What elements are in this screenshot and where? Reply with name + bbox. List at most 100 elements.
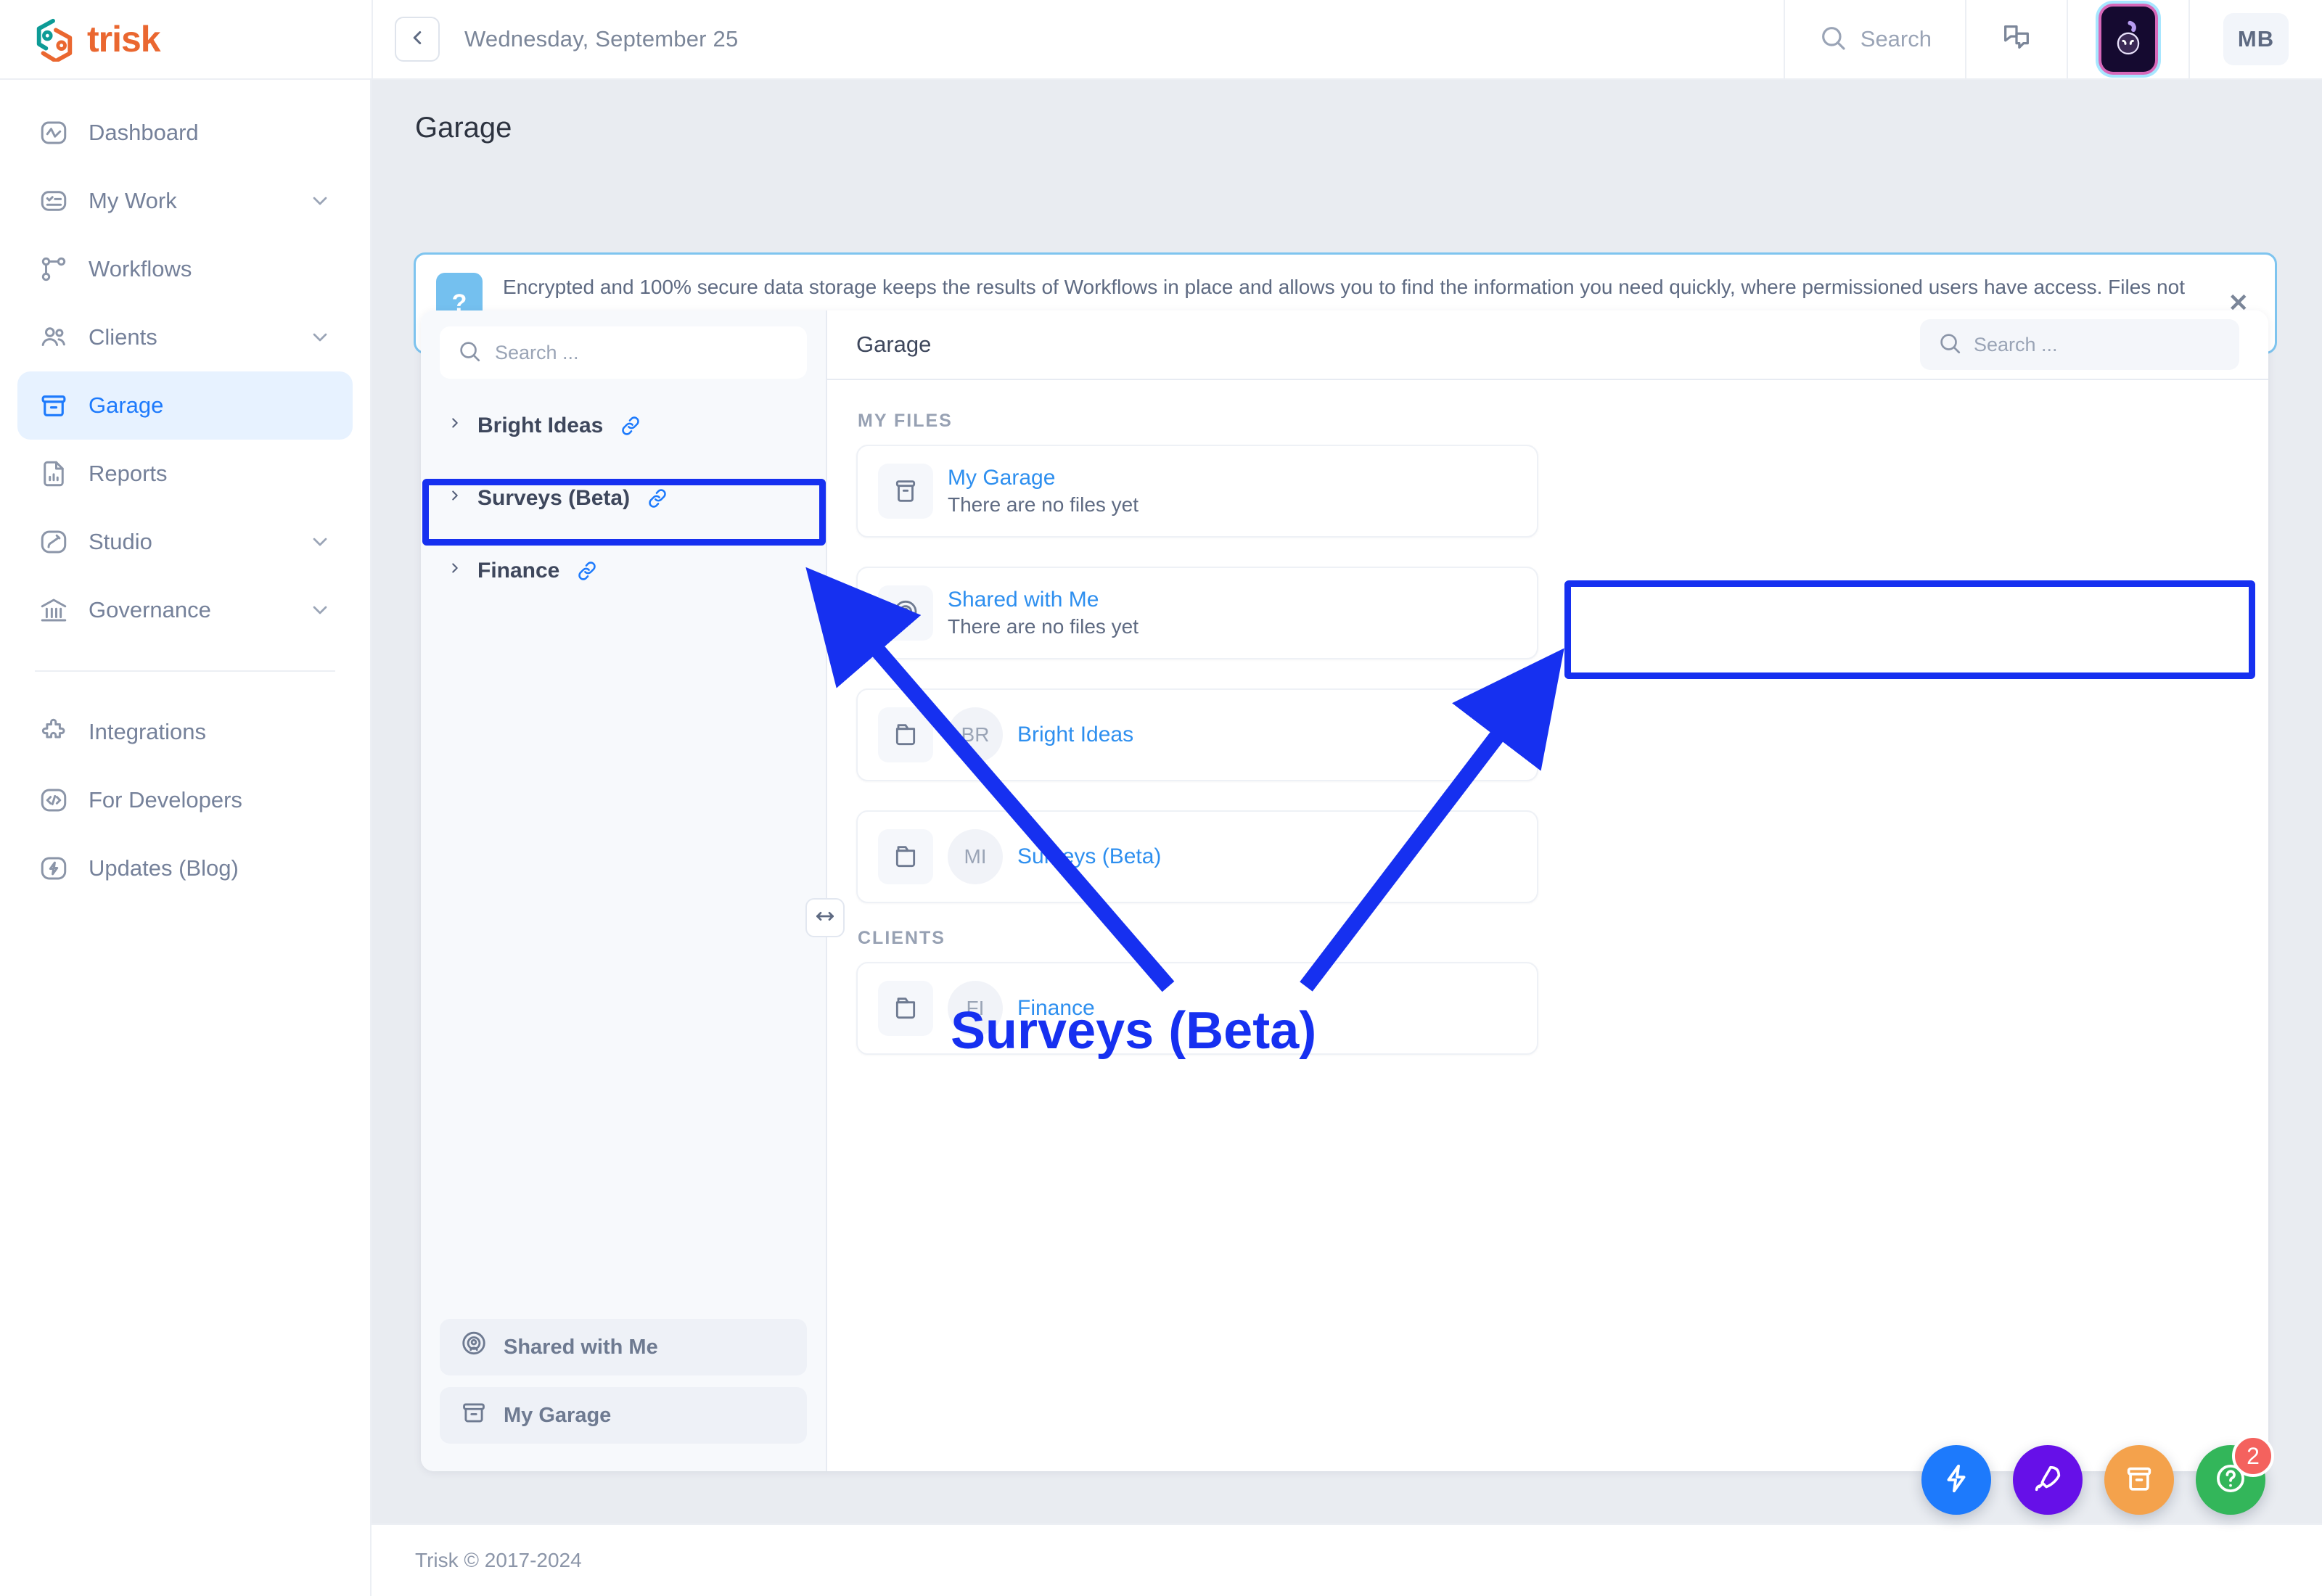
sidebar-item-label: Workflows: [89, 256, 192, 281]
tree-row-surveys-beta[interactable]: Surveys (Beta): [421, 470, 826, 527]
folder-icon: [878, 829, 933, 884]
chat-bubbles-icon: [2000, 21, 2033, 58]
tree-shortcut-label: My Garage: [504, 1403, 612, 1427]
tree-row-label: Surveys (Beta): [477, 486, 631, 510]
help-notification-badge: 2: [2232, 1435, 2274, 1477]
sidebar: Dashboard My Work Workflows Clients Gara…: [0, 80, 372, 1596]
chevron-down-icon[interactable]: [308, 530, 332, 554]
fab-quick-actions[interactable]: [1921, 1445, 1991, 1515]
top-bar-actions: Search MB: [1783, 0, 2322, 79]
tree-row-label: Finance: [477, 559, 560, 583]
files-panel-header: Garage Search ...: [827, 310, 2268, 380]
tree-search-placeholder: Search ...: [495, 341, 579, 363]
tree-search-input[interactable]: Search ...: [440, 326, 807, 379]
brush-icon: [38, 526, 70, 558]
sidebar-item-reports[interactable]: Reports: [17, 440, 353, 508]
link-icon[interactable]: [575, 559, 599, 583]
my-files-grid: My Garage There are no files yet Shared …: [856, 445, 2239, 903]
user-avatar-button[interactable]: MB: [2188, 0, 2322, 79]
current-date: Wednesday, September 25: [464, 26, 739, 52]
sidebar-item-my-work[interactable]: My Work: [17, 167, 353, 235]
messages-button[interactable]: [1965, 0, 2067, 79]
global-search-label: Search: [1860, 26, 1932, 52]
sidebar-item-clients[interactable]: Clients: [17, 303, 353, 371]
file-card-subtitle: There are no files yet: [948, 615, 1139, 638]
chevron-down-icon[interactable]: [308, 598, 332, 622]
chevron-right-icon[interactable]: [447, 414, 461, 438]
checklist-icon: [38, 185, 70, 217]
top-bar: trisk Wednesday, September 25 Search MB: [0, 0, 2322, 80]
fab-launch[interactable]: [2013, 1445, 2083, 1515]
share-target-icon: [878, 585, 933, 641]
files-panel-body: MY FILES My Garage There are no files ye…: [827, 380, 2268, 1055]
search-icon: [1818, 23, 1847, 56]
chevron-down-icon[interactable]: [308, 325, 332, 350]
files-panel: Garage Search ... MY FILES My Garage The…: [827, 310, 2268, 1471]
users-icon: [38, 321, 70, 353]
chevron-right-icon[interactable]: [447, 559, 461, 583]
tree-rows: Bright Ideas Surveys (Beta) Finance: [421, 398, 826, 599]
tree-shortcut-my-garage[interactable]: My Garage: [440, 1387, 807, 1444]
sidebar-item-workflows[interactable]: Workflows: [17, 235, 353, 303]
sidebar-item-governance[interactable]: Governance: [17, 576, 353, 644]
divider: [372, 0, 373, 79]
brand-logo[interactable]: trisk: [0, 17, 372, 63]
panel-resize-handle[interactable]: [805, 898, 845, 937]
resize-horizontal-icon: [813, 905, 837, 931]
sidebar-item-updates-blog[interactable]: Updates (Blog): [17, 834, 353, 902]
sidebar-collapse-button[interactable]: [395, 17, 440, 62]
sidebar-item-label: Integrations: [89, 719, 206, 744]
folder-tree-panel: Search ... Bright Ideas Surveys (Beta) F…: [421, 310, 827, 1471]
tree-row-bright-ideas[interactable]: Bright Ideas: [421, 398, 826, 454]
sidebar-item-label: Governance: [89, 597, 211, 622]
section-label-my-files: MY FILES: [858, 411, 953, 431]
file-card-title: My Garage: [948, 466, 1056, 490]
sidebar-item-label: Updates (Blog): [89, 855, 239, 881]
files-search-input[interactable]: Search ...: [1920, 319, 2239, 370]
fab-help[interactable]: 2: [2196, 1435, 2274, 1515]
folder-icon: [878, 707, 933, 762]
garage-workspace: Search ... Bright Ideas Surveys (Beta) F…: [421, 310, 2268, 1471]
brand-name: trisk: [87, 19, 161, 59]
report-icon: [38, 458, 70, 490]
footer: Trisk © 2017-2024: [372, 1523, 2322, 1596]
sidebar-item-studio[interactable]: Studio: [17, 508, 353, 576]
chevron-down-icon[interactable]: [308, 189, 332, 213]
sidebar-item-garage[interactable]: Garage: [17, 371, 353, 440]
section-label-clients: CLIENTS: [858, 928, 945, 948]
trisk-logo-icon: [32, 17, 77, 63]
file-card-shared-with-me[interactable]: Shared with Me There are no files yet: [856, 567, 1538, 659]
tree-shortcut-shared-with-me[interactable]: Shared with Me: [440, 1319, 807, 1375]
assistant-bot-icon: [2101, 7, 2155, 72]
sidebar-item-dashboard[interactable]: Dashboard: [17, 99, 353, 167]
chevron-right-icon[interactable]: [447, 486, 461, 511]
file-card-bright-ideas[interactable]: BR Bright Ideas: [856, 688, 1538, 781]
file-card-surveys-beta[interactable]: MI Surveys (Beta): [856, 810, 1538, 903]
sidebar-item-label: For Developers: [89, 787, 242, 813]
avatar: MB: [2223, 13, 2289, 65]
sidebar-item-label: My Work: [89, 188, 177, 213]
link-icon[interactable]: [619, 414, 642, 437]
sidebar-item-integrations[interactable]: Integrations: [17, 698, 353, 766]
tree-row-finance[interactable]: Finance: [421, 543, 826, 599]
tree-shortcut-label: Shared with Me: [504, 1335, 658, 1359]
code-icon: [38, 784, 70, 816]
sidebar-divider: [35, 670, 335, 672]
link-icon[interactable]: [646, 487, 669, 510]
global-search-button[interactable]: Search: [1783, 0, 1965, 79]
file-card-title: Surveys (Beta): [1017, 844, 1162, 868]
sidebar-item-label: Dashboard: [89, 120, 199, 145]
bolt-icon: [38, 852, 70, 884]
assistant-button[interactable]: [2067, 0, 2188, 79]
copyright-text: Trisk © 2017-2024: [415, 1549, 582, 1571]
annotation-label: Surveys (Beta): [951, 1002, 1317, 1060]
file-card-subtitle: There are no files yet: [948, 493, 1139, 516]
fab-garage[interactable]: [2104, 1445, 2174, 1515]
file-card-my-garage[interactable]: My Garage There are no files yet: [856, 445, 1538, 538]
sidebar-item-for-developers[interactable]: For Developers: [17, 766, 353, 834]
sidebar-item-label: Garage: [89, 392, 164, 418]
sidebar-item-label: Reports: [89, 461, 168, 486]
tree-bottom-shortcuts: Shared with Me My Garage: [421, 1319, 826, 1455]
search-icon: [1937, 331, 1962, 359]
archive-icon: [2122, 1462, 2156, 1499]
